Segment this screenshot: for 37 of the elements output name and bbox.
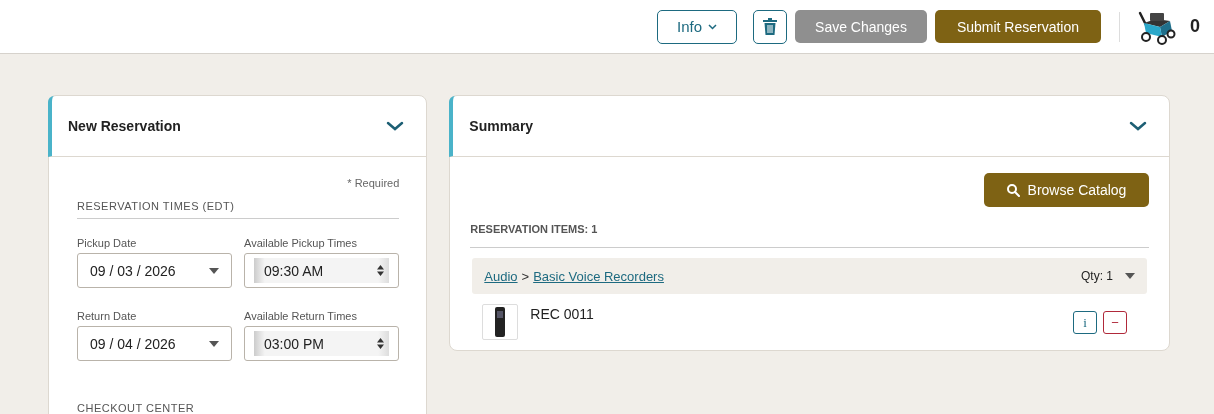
spinner-arrows-icon <box>377 265 384 276</box>
date-field[interactable]: 09 / 03 / 2026 <box>77 253 232 288</box>
item-name: REC 0011 <box>530 306 595 322</box>
subcategory-link[interactable]: Basic Voice Recorders <box>533 268 664 284</box>
items-heading: RESERVATION ITEMS: 1 <box>470 207 1149 248</box>
trash-icon <box>763 18 777 35</box>
info-button[interactable]: Info <box>657 9 737 44</box>
dropdown-caret-icon[interactable] <box>1125 273 1135 279</box>
delete-button[interactable] <box>753 9 787 44</box>
submit-reservation-button[interactable]: Submit Reservation <box>935 10 1101 43</box>
quantity-label: Qty: 1 <box>1081 269 1113 283</box>
required-note: * Required <box>346 177 400 189</box>
search-icon <box>1006 183 1020 197</box>
category-link[interactable]: Audio <box>484 268 518 284</box>
chevron-down-icon <box>708 23 717 30</box>
field-label: Available Pickup Times <box>244 237 358 249</box>
field-label: Pickup Date <box>77 237 138 249</box>
field-label: Return Date <box>77 310 138 322</box>
section-heading: RESERVATION TIMES (EDT) <box>77 189 400 219</box>
date-field[interactable]: 09 / 04 / 2026 <box>77 326 232 361</box>
field-label: Available Return Times <box>244 310 358 322</box>
card-title: Summary <box>469 118 534 134</box>
info-button[interactable]: i <box>1073 311 1097 334</box>
chevron-icon[interactable] <box>1129 120 1147 132</box>
time-select[interactable]: 03:00 PM <box>244 326 399 361</box>
breadcrumb-separator: > <box>521 268 530 284</box>
dropdown-caret-icon <box>209 267 219 274</box>
section-heading: CHECKOUT CENTER <box>77 402 196 414</box>
remove-button[interactable]: − <box>1103 311 1127 334</box>
browse-catalog-button[interactable]: Browse Catalog <box>984 173 1149 207</box>
time-select[interactable]: 09:30 AM <box>244 253 399 288</box>
chevron-icon[interactable] <box>386 120 405 132</box>
card-title: New Reservation <box>68 118 181 134</box>
dropdown-caret-icon <box>209 340 219 347</box>
voice-recorder-icon <box>495 307 506 337</box>
spinner-arrows-icon <box>377 338 384 349</box>
cart-count: 0 <box>1190 16 1200 37</box>
